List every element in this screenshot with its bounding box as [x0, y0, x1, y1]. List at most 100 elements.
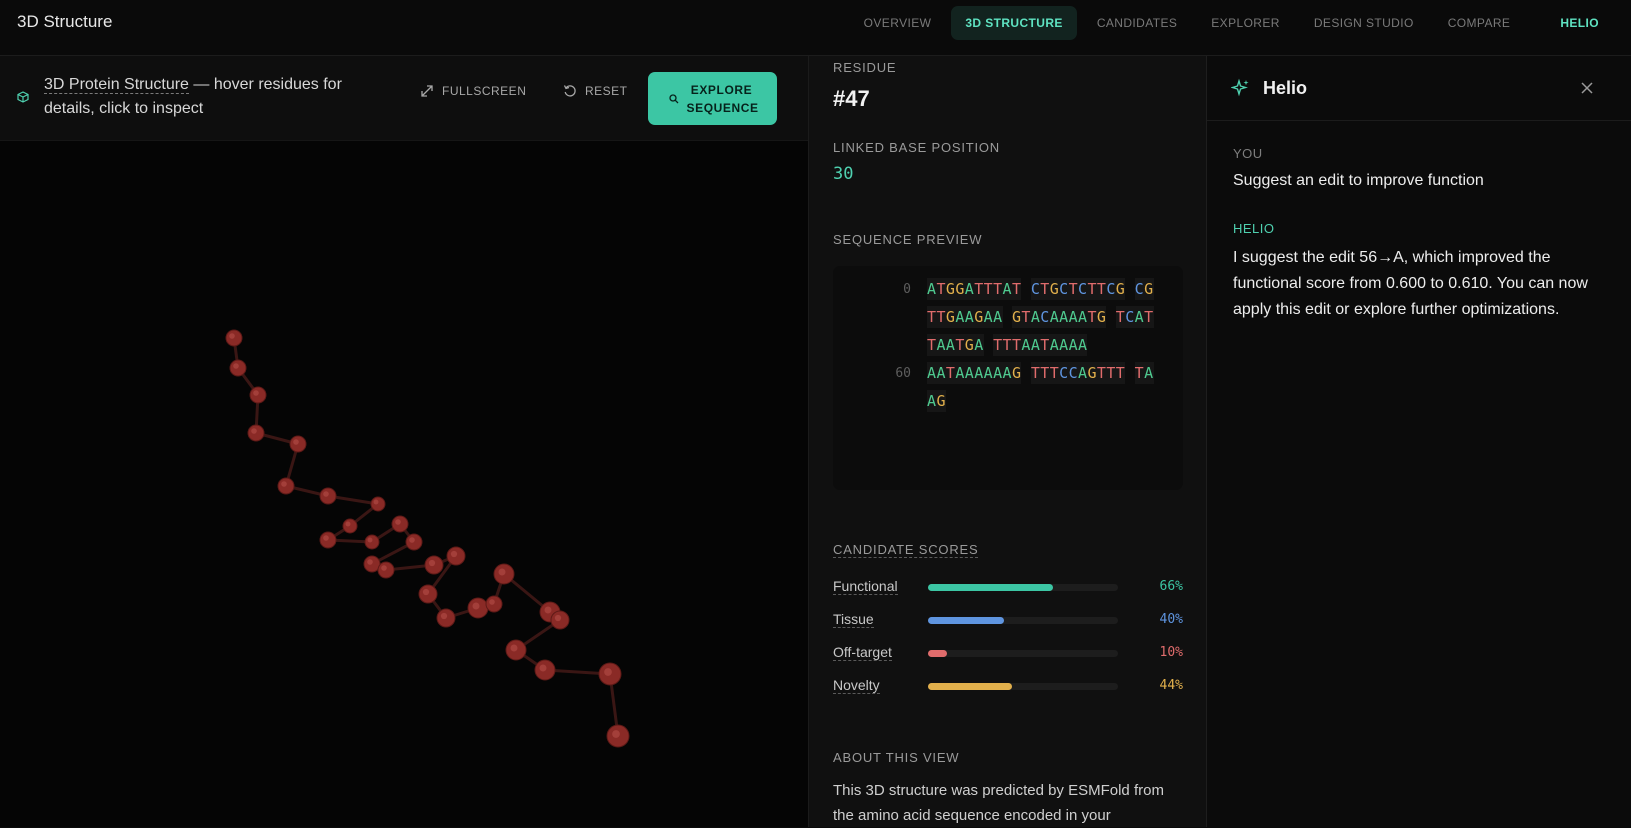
residue-atom[interactable]	[319, 487, 337, 505]
tab-helio[interactable]: HELIO	[1530, 6, 1613, 40]
residue-atom[interactable]	[229, 359, 247, 377]
protein-3d-canvas[interactable]	[0, 140, 808, 827]
residue-atom-highlight	[281, 481, 287, 487]
score-name: Functional	[833, 578, 898, 595]
sequence-line: AG	[927, 390, 946, 412]
residue-atom-highlight	[409, 537, 415, 543]
residue-atom[interactable]	[277, 477, 295, 495]
score-bar-fill	[928, 617, 1004, 624]
sequence-chunk[interactable]: TTGAAGAA	[927, 306, 1003, 328]
fullscreen-button[interactable]: FULLSCREEN	[420, 84, 526, 98]
residue-atom[interactable]	[364, 534, 380, 550]
tab-candidates[interactable]: CANDIDATES	[1083, 6, 1191, 40]
sequence-chunk[interactable]: AATAAAAAAG	[927, 362, 1022, 384]
tab-overview[interactable]: OVERVIEW	[850, 6, 946, 40]
residue-atom[interactable]	[319, 531, 337, 549]
explore-sequence-label: EXPLORE SEQUENCE	[686, 82, 759, 115]
viewer-title: 3D Protein Structure	[44, 76, 189, 94]
residue-atom-highlight	[604, 668, 612, 676]
residue-number: #47	[833, 86, 870, 111]
fullscreen-label: FULLSCREEN	[442, 84, 527, 98]
sequence-chunk[interactable]: TCAT	[1115, 306, 1154, 328]
residue-atom-highlight	[233, 363, 239, 369]
sequence-index: 0	[903, 282, 911, 297]
residue-atom-highlight	[498, 568, 506, 576]
sparkle-icon	[1231, 78, 1249, 97]
tab-design-studio[interactable]: DESIGN STUDIO	[1300, 6, 1428, 40]
score-name: Off-target	[833, 644, 892, 661]
viewer-instructions: 3D Protein Structure — hover residues fo…	[44, 73, 389, 121]
score-bar-fill	[928, 584, 1054, 591]
explore-sequence-button[interactable]: EXPLORE SEQUENCE	[648, 72, 777, 125]
app-title: 3D Structure	[17, 12, 113, 31]
tab-explorer[interactable]: EXPLORER	[1197, 6, 1294, 40]
sequence-chunk[interactable]: CG	[1134, 278, 1154, 300]
sequence-index: 60	[895, 366, 911, 381]
viewer-toolbar: 3D Protein Structure — hover residues fo…	[0, 56, 808, 141]
residue-label: RESIDUE	[833, 60, 897, 75]
residue-atom-highlight	[612, 730, 620, 738]
sequence-chunk[interactable]: TTTCCAGTTT	[1030, 362, 1126, 384]
score-value: 66%	[1159, 579, 1183, 594]
helio-panel: Helio YOU Suggest an edit to improve fun…	[1206, 56, 1631, 827]
residue-atom[interactable]	[247, 424, 265, 442]
residue-atom-highlight	[381, 565, 387, 571]
message-helio: I suggest the edit 56→A, which improved …	[1233, 249, 1588, 318]
residue-atom-highlight	[323, 491, 329, 497]
score-value: 40%	[1159, 612, 1183, 627]
residue-atom[interactable]	[370, 496, 386, 512]
residue-atom-highlight	[293, 439, 299, 445]
residue-atom-highlight	[251, 428, 257, 434]
residue-atom[interactable]	[485, 595, 503, 613]
residue-atom[interactable]	[377, 561, 395, 579]
tab-compare[interactable]: COMPARE	[1434, 6, 1525, 40]
residue-atom-highlight	[440, 612, 448, 620]
sequence-chunk[interactable]: TA	[1134, 362, 1154, 384]
candidate-scores-label: CANDIDATE SCORES	[833, 542, 979, 558]
score-name: Tissue	[833, 611, 874, 628]
expand-icon	[421, 85, 433, 97]
score-bar	[928, 683, 1118, 690]
message-you: Suggest an edit to improve function	[1233, 172, 1484, 189]
score-bar-fill	[928, 650, 947, 657]
residue-atom[interactable]	[405, 533, 423, 551]
reset-icon	[563, 85, 576, 97]
score-bar	[928, 584, 1118, 591]
score-name: Novelty	[833, 677, 880, 694]
about-label: ABOUT THIS VIEW	[833, 750, 960, 765]
residue-atom[interactable]	[391, 515, 409, 533]
reset-button[interactable]: RESET	[563, 84, 628, 98]
residue-atom-highlight	[544, 606, 552, 614]
residue-atom-highlight	[253, 390, 259, 396]
residue-atom-highlight	[367, 559, 373, 565]
sequence-line: ATGGATTTAT CTGCTCTTCG CG	[927, 278, 1154, 300]
residue-atom-highlight	[422, 588, 430, 596]
sequence-chunk[interactable]: ATGGATTTAT	[927, 278, 1022, 300]
residue-atom[interactable]	[342, 518, 358, 534]
residue-atom-highlight	[367, 537, 373, 543]
residue-atom-highlight	[345, 521, 351, 527]
sequence-preview-label: SEQUENCE PREVIEW	[833, 232, 983, 247]
score-bar	[928, 650, 1118, 657]
residue-atom-highlight	[323, 535, 329, 541]
sequence-line: TAATGA TTTAATAAAA	[927, 334, 1088, 356]
residue-atom[interactable]	[225, 329, 243, 347]
tab-3d-structure[interactable]: 3D STRUCTURE	[951, 6, 1077, 40]
residue-atom[interactable]	[249, 386, 267, 404]
close-icon[interactable]	[1579, 80, 1595, 96]
sequence-chunk[interactable]: AG	[927, 390, 946, 412]
sequence-chunk[interactable]: GTACAAAATG	[1011, 306, 1107, 328]
linked-base-value: 30	[833, 164, 854, 184]
residue-atom[interactable]	[289, 435, 307, 453]
sequence-chunk[interactable]: TAATGA	[927, 334, 984, 356]
sequence-chunk[interactable]: TTTAATAAAA	[993, 334, 1088, 356]
message-role-helio: HELIO	[1233, 221, 1275, 236]
residue-atom-highlight	[554, 614, 562, 622]
score-bar-fill	[928, 683, 1012, 690]
sequence-chunk[interactable]: CTGCTCTTCG	[1030, 278, 1126, 300]
residue-atom-highlight	[539, 664, 547, 672]
score-row: Tissue 40%	[833, 611, 1183, 631]
main-nav: OVERVIEW 3D STRUCTURE CANDIDATES EXPLORE…	[850, 6, 1613, 40]
helio-title: Helio	[1263, 78, 1308, 98]
score-value: 44%	[1159, 678, 1183, 693]
